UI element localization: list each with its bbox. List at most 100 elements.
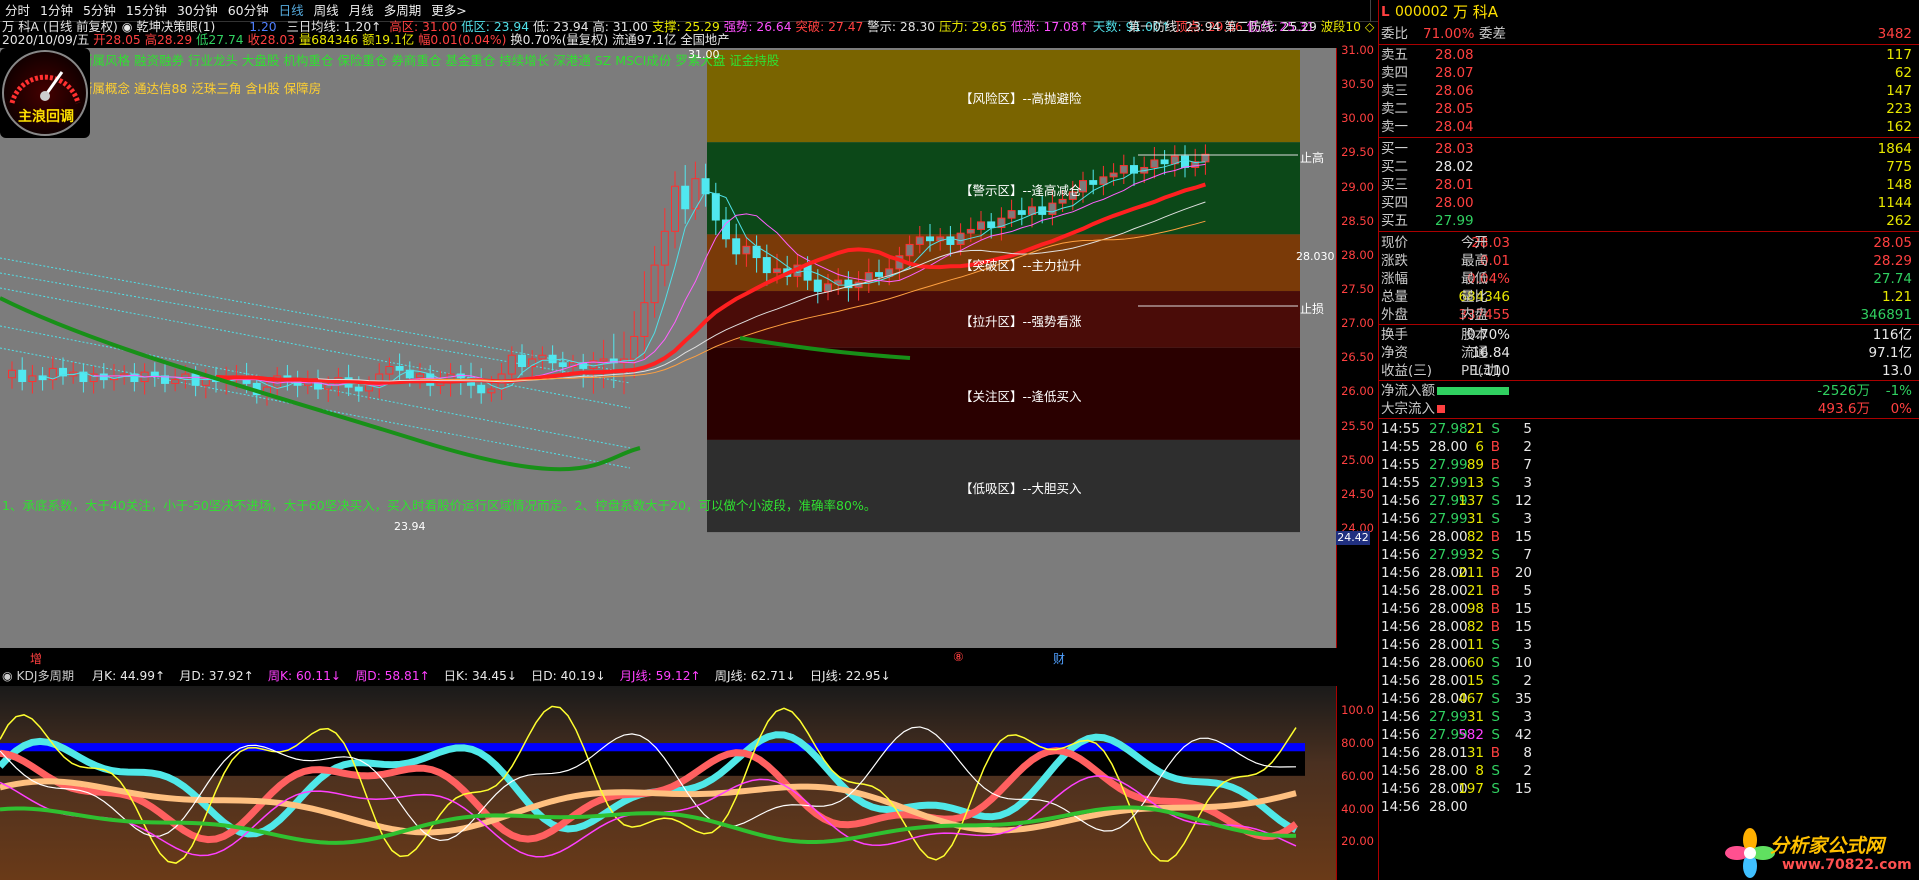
order-ratio-row: 委比 71.00% 委差 3482 xyxy=(1379,24,1919,45)
price-badge: 24.42 xyxy=(1336,531,1370,545)
candle-body xyxy=(324,384,333,390)
fund-label: 收益(三) xyxy=(1381,363,1433,379)
candle-body xyxy=(640,302,649,337)
kdj-axis: 100.0 80.00 60.00 40.00 20.00 xyxy=(1336,686,1378,880)
candle-body xyxy=(201,377,210,386)
zone-label: 【警示区】--逢高减仓 xyxy=(960,183,1082,199)
style-text: 所属风格 融资融券 行业龙头 大盘股 机构重仓 保险重仓 券商重仓 基金重仓 持… xyxy=(80,53,780,68)
kdj-value: 日K: 34.45↓ xyxy=(443,669,518,683)
stock-name: 万 科A xyxy=(2,20,39,34)
tag-cai[interactable]: 财 xyxy=(1053,650,1065,667)
stock-code: 000002 xyxy=(1395,4,1449,20)
candle-body xyxy=(762,257,771,274)
candle-body xyxy=(150,371,159,377)
bar-amount: 额19.1亿 xyxy=(362,33,415,47)
candle-body xyxy=(477,384,486,394)
fund-label: PE(动) xyxy=(1461,363,1502,379)
price-tick: 25.50 xyxy=(1341,418,1374,433)
quote-header: L 000002 万 科A xyxy=(1379,2,1919,23)
period-tab[interactable]: 月线 xyxy=(344,0,379,21)
current-price-label: 28.030 xyxy=(1296,250,1335,263)
tag-8[interactable]: ⑧ xyxy=(953,650,964,664)
candle-body xyxy=(1099,176,1108,185)
main-chart-svg xyxy=(0,50,1300,533)
candle-body xyxy=(18,369,27,383)
tag-zeng[interactable]: 增 xyxy=(30,650,42,667)
warn-value: 警示: 28.30 xyxy=(867,20,936,34)
period-tab[interactable]: 5分钟 xyxy=(78,0,121,21)
flow-pct: 0% xyxy=(1890,401,1912,417)
flow-value: 493.6万 xyxy=(1817,401,1870,417)
period-tab[interactable]: 30分钟 xyxy=(172,0,223,21)
fund-flow-row: 大宗流入 493.6万 0% xyxy=(1379,399,1919,420)
candle-body xyxy=(742,245,751,255)
price-tick: 25.00 xyxy=(1341,452,1374,467)
candle-body xyxy=(548,354,557,364)
candle-body xyxy=(875,272,883,277)
stop-high-label: 止高 xyxy=(1300,151,1325,165)
candle-body xyxy=(558,362,567,368)
bar-turnover: 换0.70%(量复权) xyxy=(510,33,609,47)
indicator-dropdown[interactable]: ◉ 乾坤决策眼(1) xyxy=(122,20,216,34)
kdj-chart[interactable] xyxy=(0,686,1336,880)
bid-row[interactable]: 买五 27.99 262 xyxy=(1379,211,1919,232)
candle-body xyxy=(1119,165,1128,174)
bar-high: 高28.29 xyxy=(144,33,193,47)
candle-body xyxy=(987,221,996,229)
candle-body xyxy=(416,373,424,379)
kdj-dark-band xyxy=(0,751,1305,776)
kdj-header: ◉ KDJ多周期 月K: 44.99↑ 月D: 37.92↑ 周K: 60.11↓ 周… xyxy=(0,667,1336,686)
kdj-values: 月K: 44.99↑ 月D: 37.92↑ 周K: 60.11↓ 周D: 58.81↑… xyxy=(78,669,891,683)
support-value: 支撑: 25.29 xyxy=(651,20,720,34)
small-value: 1.20 xyxy=(249,20,277,34)
candle-body xyxy=(732,238,741,255)
bar-volume: 量684346 xyxy=(299,33,359,47)
candle-body xyxy=(650,264,659,304)
wave-value[interactable]: 波段10 ◇ xyxy=(1321,20,1375,34)
period-tab[interactable]: 多周期 xyxy=(379,0,427,21)
candle-body xyxy=(171,379,180,384)
bar-change: 幅0.01(0.04%) xyxy=(418,33,507,47)
candle-body xyxy=(681,185,690,210)
kdj-tick: 80.00 xyxy=(1341,736,1374,751)
period-tab[interactable]: 周线 xyxy=(309,0,344,21)
fund-value: 13.0 xyxy=(1881,363,1912,379)
watermark-url: www.70822.com xyxy=(1782,857,1912,873)
break-value: 突破: 27.47 xyxy=(795,20,864,34)
date-axis: 增 ⑧ 财 xyxy=(0,648,1336,667)
three-day-ma: 三日均线: 1.20↑ xyxy=(286,20,382,34)
candle-body xyxy=(813,279,822,292)
low-value: 低: 23.94 xyxy=(532,20,589,34)
period-tab[interactable]: 15分钟 xyxy=(121,0,172,21)
info-row-2: 2020/10/09/五 开28.05 高28.29 低27.74 收28.03… xyxy=(2,33,730,48)
candle-body xyxy=(8,369,16,379)
ask-price: 28.04 xyxy=(1435,119,1474,135)
candle-body xyxy=(507,354,516,375)
tick-price: 28.00 xyxy=(1429,799,1468,815)
ask-label: 卖一 xyxy=(1381,119,1408,135)
strong-value: 强势: 26.64 xyxy=(723,20,792,34)
period-tab[interactable]: 1分钟 xyxy=(35,0,78,21)
candle-body xyxy=(1109,172,1118,178)
period-tab[interactable]: 分时 xyxy=(0,0,35,21)
flow-bar xyxy=(1437,405,1445,413)
flow-label: 大宗流入 xyxy=(1381,401,1435,417)
period-tab[interactable]: 日线 xyxy=(274,0,309,21)
bar-date: 2020/10/09/五 xyxy=(2,33,90,47)
watermark-title: 分析家公式网 xyxy=(1770,835,1885,857)
flow-bar xyxy=(1437,387,1509,395)
ask-volume: 162 xyxy=(1886,119,1912,135)
period-tab[interactable]: 更多> xyxy=(426,0,471,21)
kdj-background xyxy=(0,686,1336,880)
main-chart[interactable]: 所属风格 融资融券 行业龙头 大盘股 机构重仓 保险重仓 券商重仓 基金重仓 持… xyxy=(0,48,1336,648)
kdj-title[interactable]: ◉ KDJ多周期 xyxy=(2,669,74,683)
period-tab[interactable]: 60分钟 xyxy=(223,0,274,21)
zone-label: 【拉升区】--强势看涨 xyxy=(960,314,1082,330)
candle-body xyxy=(518,354,526,368)
kdj-tick: 20.00 xyxy=(1341,834,1374,849)
ask-row[interactable]: 卖一 28.04 162 xyxy=(1379,117,1919,138)
trade-tick-row: 14:56 28.00 xyxy=(1379,797,1919,818)
candle-body xyxy=(977,221,985,230)
bottom-note: 1、承底系数，大于40关注，小于-50坚决不进场，大于60坚决买入，买入时看股价… xyxy=(2,498,877,513)
bar-low: 低27.74 xyxy=(196,33,244,47)
